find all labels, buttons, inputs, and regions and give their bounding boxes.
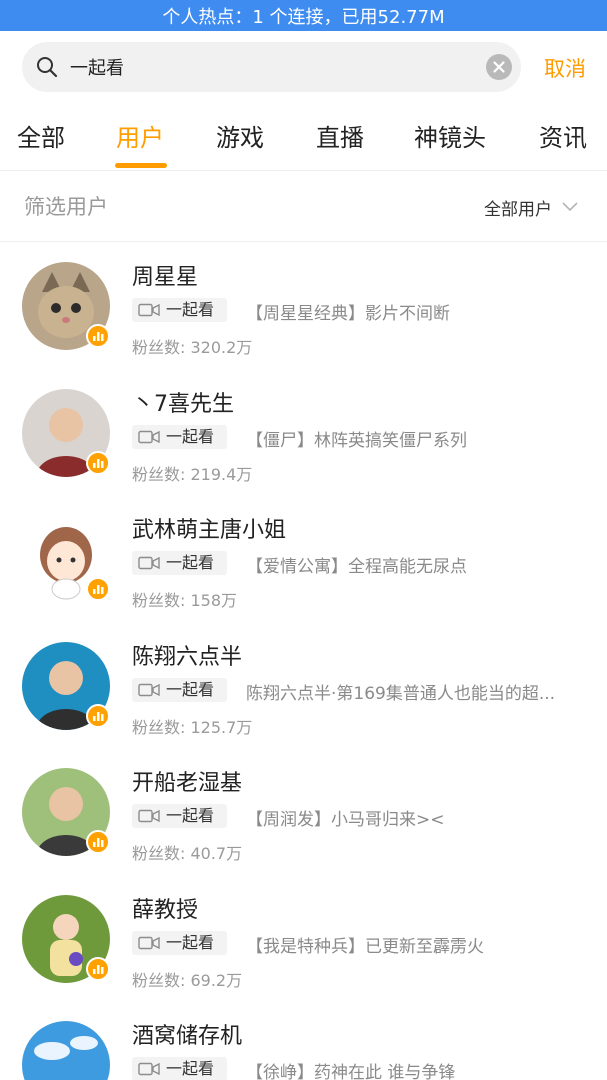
channel-tag[interactable]: 一起看 (132, 298, 227, 322)
latest-video-title[interactable]: 陈翔六点半·第169集普通人也能当的超... (246, 679, 581, 704)
filter-label: 筛选用户 (24, 195, 108, 219)
user-row[interactable]: 武林萌主唐小姐 一起看 【爱情公寓】全程高能无尿点 粉丝数: 158万 (0, 495, 607, 621)
user-name: 武林萌主唐小姐 (132, 518, 287, 543)
user-name: 酒窝储存机 (132, 1024, 243, 1049)
channel-tag-label: 一起看 (166, 300, 215, 319)
user-name: 丶7喜先生 (132, 391, 234, 417)
channel-tag[interactable]: 一起看 (132, 930, 227, 955)
avatar[interactable] (22, 1021, 110, 1080)
camera-icon (138, 430, 160, 443)
camera-icon (138, 1062, 160, 1076)
fans-count: 粉丝数: 69.2万 (132, 970, 243, 990)
camera-icon (138, 303, 160, 317)
tab-news[interactable]: 资讯 (539, 104, 587, 171)
fans-count: 粉丝数: 158万 (132, 591, 238, 610)
cancel-button[interactable]: 取消 (535, 31, 595, 104)
latest-video-title[interactable]: 【周星星经典】影片不间断 (246, 299, 581, 324)
tab-all[interactable]: 全部 (17, 104, 65, 171)
search-input[interactable] (70, 42, 480, 92)
tab-live[interactable]: 直播 (316, 104, 364, 171)
user-row[interactable]: 薛教授 一起看 【我是特种兵】已更新至霹雳火 粉丝数: 69.2万 (0, 875, 607, 1001)
user-name: 陈翔六点半 (132, 644, 243, 670)
latest-video-title[interactable]: 【我是特种兵】已更新至霹雳火 (246, 932, 581, 957)
search-box[interactable] (22, 42, 521, 92)
camera-icon (138, 556, 160, 570)
fans-count: 粉丝数: 40.7万 (132, 844, 243, 863)
latest-video-title[interactable]: 【徐峥】药神在此 谁与争锋 (246, 1058, 581, 1080)
camera-icon (138, 683, 160, 696)
latest-video-title[interactable]: 【周润发】小马哥归来>< (246, 805, 581, 830)
user-filter-row: 筛选用户 全部用户 (0, 172, 607, 242)
tab-highlights[interactable]: 神镜头 (414, 104, 486, 171)
user-filter-dropdown[interactable]: 全部用户 (484, 172, 578, 242)
fans-count: 粉丝数: 320.2万 (132, 338, 253, 357)
channel-tag[interactable]: 一起看 (132, 1057, 227, 1080)
latest-video-title[interactable]: 【僵尸】林阵英搞笑僵尸系列 (246, 426, 581, 451)
chevron-down-icon (562, 202, 578, 212)
tab-games[interactable]: 游戏 (216, 104, 264, 171)
channel-tag-label: 一起看 (166, 1059, 215, 1078)
user-row[interactable]: 陈翔六点半 一起看 陈翔六点半·第169集普通人也能当的超... 粉丝数: 12… (0, 622, 607, 748)
live-bars-icon (86, 956, 110, 981)
channel-tag-label: 一起看 (166, 426, 215, 446)
user-name: 开船老湿基 (132, 771, 243, 796)
user-row[interactable]: 丶7喜先生 一起看 【僵尸】林阵英搞笑僵尸系列 粉丝数: 219.4万 (0, 369, 607, 495)
fans-count: 粉丝数: 219.4万 (132, 464, 253, 484)
search-header: 取消 (0, 31, 607, 104)
live-bars-icon (86, 324, 110, 348)
filter-selected-value: 全部用户 (484, 199, 552, 220)
user-row[interactable]: 周星星 一起看 【周星星经典】影片不间断 粉丝数: 320.2万 (0, 242, 607, 368)
live-bars-icon (86, 577, 110, 601)
live-bars-icon (86, 450, 110, 475)
live-bars-icon (86, 830, 110, 854)
camera-icon (138, 936, 160, 949)
channel-tag-label: 一起看 (166, 806, 215, 825)
hotspot-status-text: 个人热点：1 个连接，已用52.77M (162, 6, 445, 28)
category-tabs: 全部 用户 游戏 直播 神镜头 资讯 (0, 104, 607, 171)
active-tab-indicator (115, 163, 167, 168)
channel-tag-label: 一起看 (166, 553, 215, 572)
hotspot-status-bar[interactable]: 个人热点：1 个连接，已用52.77M (0, 0, 607, 31)
channel-tag-label: 一起看 (166, 932, 215, 952)
clear-icon[interactable] (486, 54, 512, 80)
user-row[interactable]: 开船老湿基 一起看 【周润发】小马哥归来>< 粉丝数: 40.7万 (0, 748, 607, 874)
channel-tag[interactable]: 一起看 (132, 551, 227, 575)
channel-tag[interactable]: 一起看 (132, 677, 227, 702)
search-icon (37, 57, 58, 78)
user-name: 薛教授 (132, 897, 199, 923)
channel-tag-label: 一起看 (166, 679, 215, 699)
tab-users[interactable]: 用户 (116, 104, 164, 171)
channel-tag[interactable]: 一起看 (132, 424, 227, 449)
fans-count: 粉丝数: 125.7万 (132, 717, 253, 737)
user-row[interactable]: 酒窝储存机 一起看 【徐峥】药神在此 谁与争锋 (0, 1001, 607, 1080)
live-bars-icon (86, 703, 110, 728)
channel-tag[interactable]: 一起看 (132, 804, 227, 828)
camera-icon (138, 809, 160, 823)
user-name: 周星星 (132, 265, 199, 290)
latest-video-title[interactable]: 【爱情公寓】全程高能无尿点 (246, 552, 581, 577)
